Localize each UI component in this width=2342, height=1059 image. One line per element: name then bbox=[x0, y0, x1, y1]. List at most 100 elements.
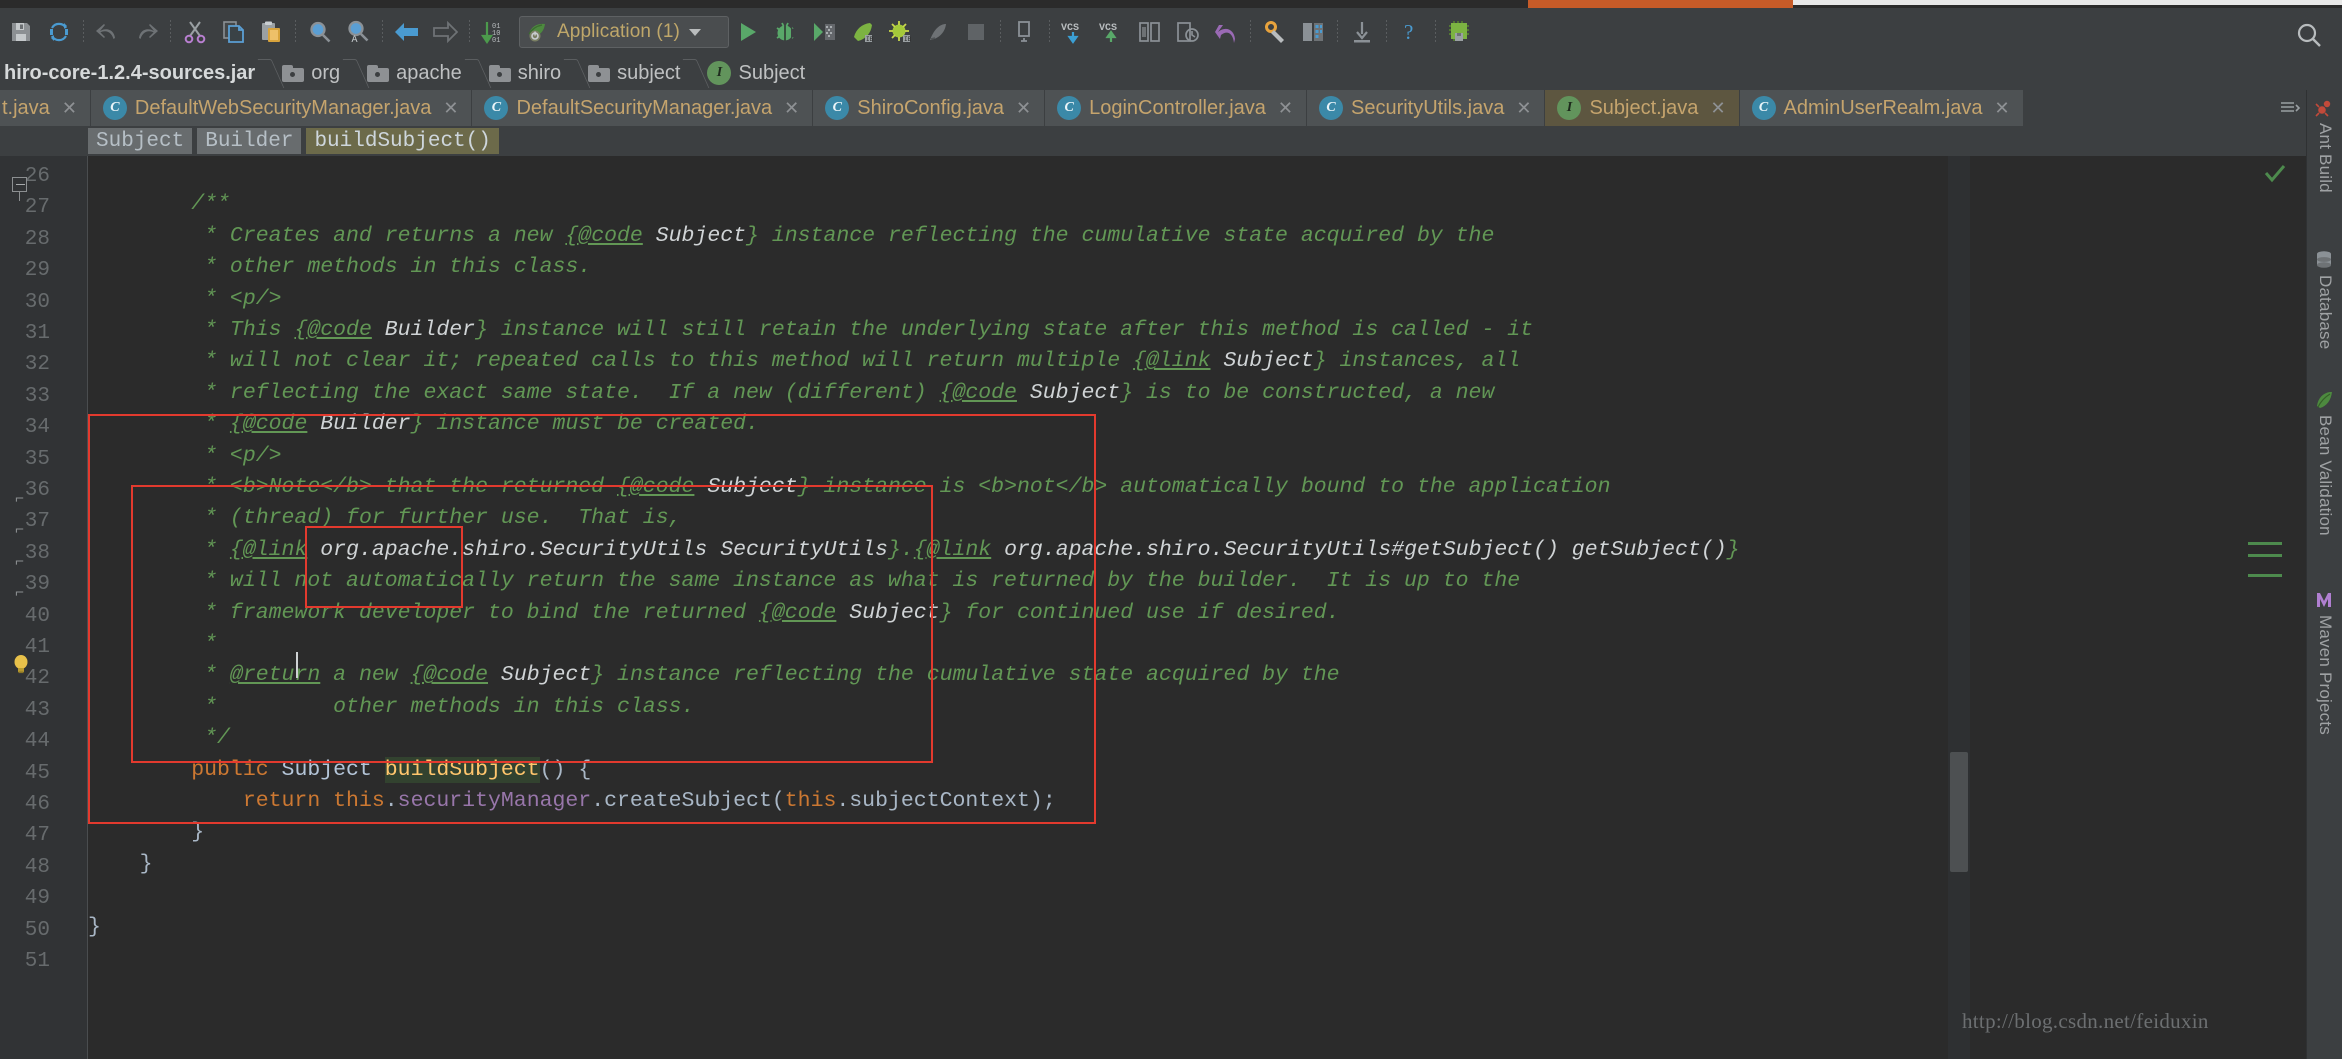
code-line[interactable]: /** bbox=[88, 189, 230, 220]
attach-debug-icon[interactable]: IB bbox=[881, 13, 919, 51]
run-coverage-icon[interactable] bbox=[805, 13, 843, 51]
fold-region-marker[interactable] bbox=[12, 177, 27, 201]
structure-crumb-buildsubject[interactable]: buildSubject() bbox=[306, 128, 499, 154]
back-icon[interactable] bbox=[388, 13, 426, 51]
code-line[interactable]: * will not automatically return the same… bbox=[88, 566, 1520, 597]
sdk-icon[interactable] bbox=[1343, 13, 1381, 51]
code-line[interactable]: } bbox=[88, 912, 101, 943]
inspection-ok-icon[interactable] bbox=[2264, 164, 2286, 184]
close-icon[interactable]: ✕ bbox=[1707, 97, 1728, 119]
copy-icon[interactable] bbox=[214, 13, 252, 51]
code-line[interactable]: * other methods in this class. bbox=[88, 252, 591, 283]
code-line[interactable]: * <p/> bbox=[88, 441, 281, 472]
code-line[interactable]: * bbox=[88, 629, 217, 660]
memory-icon[interactable] bbox=[1441, 13, 1479, 51]
tab-list-overflow-button[interactable] bbox=[2272, 90, 2308, 126]
fold-brace-marker[interactable]: ⌐ bbox=[12, 492, 27, 507]
code-line[interactable]: * reflecting the exact same state. If a … bbox=[88, 378, 1494, 409]
code-line[interactable]: * will not clear it; repeated calls to t… bbox=[88, 346, 1520, 377]
fold-brace-marker[interactable]: ⌐ bbox=[12, 555, 27, 570]
redo-icon[interactable] bbox=[127, 13, 165, 51]
breadcrumb-subject-package[interactable]: subject bbox=[584, 56, 686, 90]
editor-scrollbar-track[interactable] bbox=[1948, 156, 1970, 1059]
project-structure-icon[interactable] bbox=[1294, 13, 1332, 51]
code-line[interactable]: } bbox=[88, 817, 204, 848]
editor-tab-adminuserrealm[interactable]: C AdminUserRealm.java ✕ bbox=[1739, 90, 2024, 126]
code-line[interactable]: */ bbox=[88, 723, 230, 754]
settings-icon[interactable] bbox=[1256, 13, 1294, 51]
code-line[interactable]: * Creates and returns a new {@code Subje… bbox=[88, 221, 1494, 252]
close-icon[interactable]: ✕ bbox=[1013, 97, 1034, 119]
code-line[interactable]: return this.securityManager.createSubjec… bbox=[88, 786, 1056, 817]
sort-icon[interactable]: 01 10 01 bbox=[475, 13, 513, 51]
run-icon[interactable] bbox=[729, 13, 767, 51]
code-line[interactable]: * framework developer to bind the return… bbox=[88, 598, 1339, 629]
editor-tab-defaultwebsecuritymanager[interactable]: C DefaultWebSecurityManager.java ✕ bbox=[90, 90, 473, 126]
run-configuration-selector[interactable]: Application (1) bbox=[519, 16, 729, 48]
help-icon[interactable]: ? bbox=[1392, 13, 1430, 51]
code-line[interactable]: * @return a new {@code Subject} instance… bbox=[88, 660, 1339, 691]
code-line[interactable]: * {@code Builder} instance must be creat… bbox=[88, 409, 759, 440]
vcs-revert-icon[interactable] bbox=[1207, 13, 1245, 51]
gutter-icon-strip[interactable] bbox=[56, 156, 88, 1059]
vcs-commit-icon[interactable]: VCS bbox=[1093, 13, 1131, 51]
intention-bulb-icon[interactable] bbox=[12, 654, 30, 674]
code-line[interactable]: * <b>Note</b> that the returned {@code S… bbox=[88, 472, 1610, 503]
stop-icon[interactable] bbox=[957, 13, 995, 51]
close-icon[interactable]: ✕ bbox=[59, 97, 80, 119]
close-icon[interactable]: ✕ bbox=[440, 97, 461, 119]
forward-icon[interactable] bbox=[426, 13, 464, 51]
breadcrumb-apache[interactable]: apache bbox=[363, 56, 468, 90]
vcs-diff-icon[interactable] bbox=[1131, 13, 1169, 51]
code-line[interactable]: public Subject buildSubject() { bbox=[88, 755, 591, 786]
editor-tab-truncated[interactable]: t.java ✕ bbox=[0, 90, 91, 126]
breadcrumb-org[interactable]: org bbox=[278, 56, 346, 90]
replace-icon[interactable]: A bbox=[339, 13, 377, 51]
debug-icon[interactable] bbox=[767, 13, 805, 51]
structure-crumb-subject[interactable]: Subject bbox=[88, 128, 193, 154]
editor-tab-subject[interactable]: I Subject.java ✕ bbox=[1545, 90, 1740, 126]
fold-brace-marker[interactable]: ⌐ bbox=[12, 523, 27, 538]
save-all-icon[interactable] bbox=[2, 13, 40, 51]
code-line[interactable]: * other methods in this class. bbox=[88, 692, 694, 723]
close-icon[interactable]: ✕ bbox=[1275, 97, 1296, 119]
vcs-history-icon[interactable] bbox=[1169, 13, 1207, 51]
editor-tab-securityutils[interactable]: C SecurityUtils.java ✕ bbox=[1306, 90, 1546, 126]
breadcrumb-jar[interactable]: hiro-core-1.2.4-sources.jar bbox=[0, 56, 261, 90]
breadcrumb-subject-interface[interactable]: I Subject bbox=[703, 56, 811, 90]
editor-tab-shiroconfig[interactable]: C ShiroConfig.java ✕ bbox=[813, 90, 1046, 126]
code-line[interactable]: * This {@code Builder} instance will sti… bbox=[88, 315, 1533, 346]
error-stripe-marker[interactable] bbox=[2248, 542, 2282, 545]
fold-brace-marker[interactable]: ⌐ bbox=[12, 586, 27, 601]
tool-window-maven-projects[interactable]: Maven Projects bbox=[2307, 590, 2342, 735]
search-everywhere-icon[interactable] bbox=[2290, 16, 2328, 54]
code-line[interactable]: * <p/> bbox=[88, 284, 281, 315]
paste-icon[interactable] bbox=[252, 13, 290, 51]
close-icon[interactable]: ✕ bbox=[1992, 97, 2013, 119]
close-icon[interactable]: ✕ bbox=[1513, 97, 1534, 119]
dump-icon[interactable] bbox=[1006, 13, 1044, 51]
tool-window-database[interactable]: Database bbox=[2307, 250, 2342, 349]
error-stripe-marker[interactable] bbox=[2248, 554, 2282, 557]
vcs-update-icon[interactable]: VCS bbox=[1055, 13, 1093, 51]
close-icon[interactable]: ✕ bbox=[781, 97, 802, 119]
chevron-down-icon[interactable] bbox=[688, 28, 701, 36]
code-text[interactable]: /** * Creates and returns a new {@code S… bbox=[88, 156, 1948, 1059]
synchronize-icon[interactable] bbox=[40, 13, 78, 51]
editor-tab-defaultsecuritymanager[interactable]: C DefaultSecurityManager.java ✕ bbox=[472, 90, 814, 126]
tool-window-bean-validation[interactable]: Bean Validation bbox=[2307, 390, 2342, 536]
code-line[interactable]: * (thread) for further use. That is, bbox=[88, 503, 681, 534]
rerun-icon[interactable] bbox=[919, 13, 957, 51]
code-line[interactable]: } bbox=[88, 849, 153, 880]
cut-icon[interactable] bbox=[176, 13, 214, 51]
editor-tab-logincontroller[interactable]: C LoginController.java ✕ bbox=[1045, 90, 1307, 126]
breadcrumb-shiro[interactable]: shiro bbox=[485, 56, 567, 90]
undo-icon[interactable] bbox=[89, 13, 127, 51]
find-icon[interactable] bbox=[301, 13, 339, 51]
code-line[interactable]: * {@link org.apache.shiro.SecurityUtils … bbox=[88, 535, 1739, 566]
editor-scrollbar-thumb[interactable] bbox=[1950, 752, 1968, 872]
profile-icon[interactable]: IB bbox=[843, 13, 881, 51]
tool-window-ant-build[interactable]: Ant Build bbox=[2307, 98, 2342, 193]
structure-crumb-builder[interactable]: Builder bbox=[197, 128, 302, 154]
error-stripe-marker[interactable] bbox=[2248, 574, 2282, 577]
